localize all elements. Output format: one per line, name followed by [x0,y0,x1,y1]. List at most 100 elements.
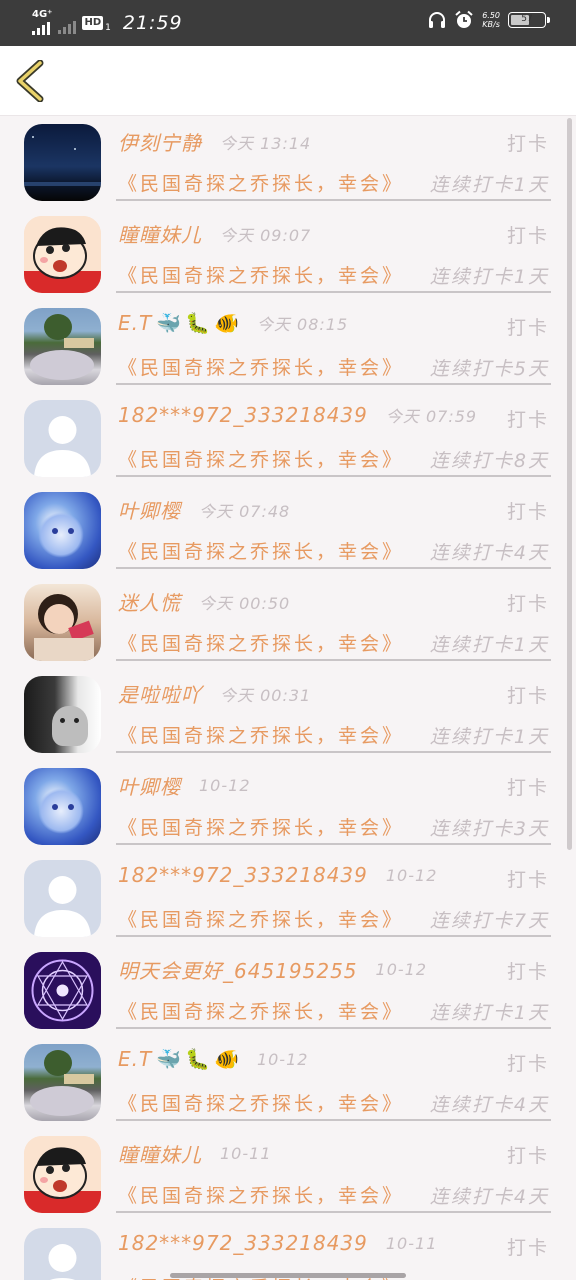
book-title[interactable]: 《民国奇探之乔探长，幸会》 [118,905,404,932]
item-header: 明天会更好_645195255 10-12 [118,955,427,984]
checkin-streak: 连续打卡4天 [429,1094,549,1116]
avatar[interactable] [24,492,101,569]
scrollbar[interactable] [567,118,572,850]
checkin-streak: 连续打卡1天 [429,726,549,748]
avatar[interactable] [24,860,101,937]
book-title[interactable]: 《民国奇探之乔探长，幸会》 [118,813,404,840]
user-name[interactable]: 182***972_333218439 [118,1231,368,1255]
list-item[interactable]: 迷人慌 今天 00:50 打卡 《民国奇探之乔探长，幸会》 连续打卡1天 [0,577,576,669]
checkin-streak: 连续打卡3天 [429,818,549,840]
avatar[interactable] [24,216,101,293]
list-item[interactable]: 叶卿樱 10-12 打卡 《民国奇探之乔探长，幸会》 连续打卡3天 [0,761,576,853]
checkin-label: 打卡 [506,317,549,339]
item-content: 迷人慌 今天 00:50 打卡 《民国奇探之乔探长，幸会》 连续打卡1天 [116,577,551,661]
network-speed: 6.50 KB/s [482,11,500,29]
user-name[interactable]: 182***972_333218439 [118,863,368,887]
avatar[interactable] [24,952,101,1029]
home-indicator[interactable] [170,1273,406,1278]
checkin-time: 10-11 [385,1233,438,1253]
avatar[interactable] [24,676,101,753]
avatar[interactable] [24,1044,101,1121]
list-item[interactable]: 182***972_333218439 10-12 打卡《民国奇探之乔探长，幸会》 连… [0,853,576,945]
item-content: 明天会更好_645195255 10-12 打卡 《民国奇探之乔探长，幸会》 连续打卡1… [116,945,551,1029]
book-title[interactable]: 《民国奇探之乔探长，幸会》 [118,1181,404,1208]
checkin-label: 打卡 [506,133,549,155]
speed-value: 6.50 [482,11,500,20]
item-header: 伊刻宁静 今天 13:14 [118,127,311,156]
item-content: 伊刻宁静 今天 13:14 打卡 《民国奇探之乔探长，幸会》 连续打卡1天 [116,117,551,201]
name-emoji: 🐛 [185,311,211,335]
user-name[interactable]: 是啦啦吖 [118,679,202,708]
list-item[interactable]: 是啦啦吖 今天 00:31 打卡《民国奇探之乔探长，幸会》 连续打卡1天 [0,669,576,761]
checkin-streak: 连续打卡5天 [429,358,549,380]
item-content: 瞳瞳妹儿 10-11 打卡 《民国奇探之乔探长，幸会》 连续打卡4天 [116,1129,551,1213]
book-title[interactable]: 《民国奇探之乔探长，幸会》 [118,1089,404,1116]
avatar[interactable] [24,400,101,477]
checkin-label: 打卡 [506,409,549,431]
book-title[interactable]: 《民国奇探之乔探长，幸会》 [118,997,404,1024]
name-emoji: 🐳 [156,311,182,335]
book-title[interactable]: 《民国奇探之乔探长，幸会》 [118,629,404,656]
item-header: 瞳瞳妹儿 10-11 [118,1139,272,1168]
list-item[interactable]: E.T 🐳 🐛 🐠 10-12 打卡 《民国奇探之乔探长，幸会》 连续打卡4天 [0,1037,576,1129]
item-header: 迷人慌 今天 00:50 [118,587,290,616]
item-content: 叶卿樱 今天 07:48 打卡 《民国奇探之乔探长，幸会》 连续打卡4天 [116,485,551,569]
checkin-streak: 连续打卡7天 [429,910,549,932]
network-indicator: 4G⁺ [32,10,52,35]
book-title[interactable]: 《民国奇探之乔探长，幸会》 [118,721,404,748]
avatar[interactable] [24,584,101,661]
list-item[interactable]: 瞳瞳妹儿 今天 09:07 打卡 《民国奇探之乔探长，幸会》 连续打卡1天 [0,209,576,301]
list-item[interactable]: E.T 🐳 🐛 🐠 今天 08:15 打卡《民国奇探之乔探长，幸会》 连续打卡5天 [0,301,576,393]
list-item[interactable]: 182***972_333218439 今天 07:59 打卡 《民国奇探之乔探长，幸… [0,393,576,485]
avatar[interactable] [24,1228,101,1280]
user-name[interactable]: E.T [118,1047,152,1071]
speed-unit: KB/s [482,20,500,29]
checkin-time: 今天 13:14 [220,133,312,153]
checkin-time: 10-12 [385,865,438,885]
alarm-icon [455,10,473,28]
list-item[interactable]: 182***972_33321843910-11打卡《民国奇探之乔探长，幸会》 [0,1221,576,1280]
checkin-time: 今天 00:50 [199,593,291,613]
user-name[interactable]: 瞳瞳妹儿 [118,219,202,248]
book-title[interactable]: 《民国奇探之乔探长，幸会》 [118,353,404,380]
checkin-time: 10-12 [256,1049,309,1069]
page-header [0,46,576,116]
checkin-streak: 连续打卡1天 [429,1002,549,1024]
checkin-time: 今天 07:48 [199,501,291,521]
checkin-time: 10-12 [375,960,428,979]
avatar[interactable] [24,124,101,201]
user-name[interactable]: 叶卿樱 [118,771,181,800]
checkin-label: 打卡 [506,869,549,891]
checkin-time: 今天 00:31 [220,685,312,705]
item-content: E.T 🐳 🐛 🐠 今天 08:15 打卡《民国奇探之乔探长，幸会》 连续打卡5天 [116,301,551,385]
chevron-left-icon[interactable] [14,60,48,102]
item-content: 叶卿樱 10-12 打卡 《民国奇探之乔探长，幸会》 连续打卡3天 [116,761,551,845]
battery-icon: 57 [508,12,550,28]
signal-2-icon [58,20,77,34]
list-item[interactable]: 伊刻宁静 今天 13:14 打卡 《民国奇探之乔探长，幸会》 连续打卡1天 [0,117,576,209]
checkin-time: 10-11 [220,1144,272,1163]
user-name[interactable]: 叶卿樱 [118,495,181,524]
user-name[interactable]: 明天会更好_645195255 [118,955,358,984]
list-item[interactable]: 明天会更好_645195255 10-12 打卡 《民国奇探之乔探长，幸会》 连续打卡1… [0,945,576,1037]
item-header: E.T 🐳 🐛 🐠 今天 08:15 [118,311,348,335]
checkin-label: 打卡 [506,1237,549,1259]
list-item[interactable]: 瞳瞳妹儿 10-11 打卡 《民国奇探之乔探长，幸会》 连续打卡4天 [0,1129,576,1221]
avatar[interactable] [24,308,101,385]
avatar[interactable] [24,768,101,845]
item-content: 182***972_333218439 今天 07:59 打卡 《民国奇探之乔探长，幸… [116,393,551,477]
user-name[interactable]: E.T [118,311,152,335]
book-title[interactable]: 《民国奇探之乔探长，幸会》 [118,445,404,472]
user-name[interactable]: 瞳瞳妹儿 [118,1139,202,1168]
list-item[interactable]: 叶卿樱 今天 07:48 打卡 《民国奇探之乔探长，幸会》 连续打卡4天 [0,485,576,577]
book-title[interactable]: 《民国奇探之乔探长，幸会》 [118,169,404,196]
user-name[interactable]: 迷人慌 [118,587,181,616]
item-content: 是啦啦吖 今天 00:31 打卡《民国奇探之乔探长，幸会》 连续打卡1天 [116,669,551,753]
user-name[interactable]: 伊刻宁静 [118,127,202,156]
book-title[interactable]: 《民国奇探之乔探长，幸会》 [118,261,404,288]
book-title[interactable]: 《民国奇探之乔探长，幸会》 [118,537,404,564]
checkin-label: 打卡 [506,685,549,707]
avatar[interactable] [24,1136,101,1213]
checkin-list[interactable]: 伊刻宁静 今天 13:14 打卡 《民国奇探之乔探长，幸会》 连续打卡1天 瞳瞳妹儿 今天 … [0,117,576,1280]
user-name[interactable]: 182***972_333218439 [118,403,368,427]
